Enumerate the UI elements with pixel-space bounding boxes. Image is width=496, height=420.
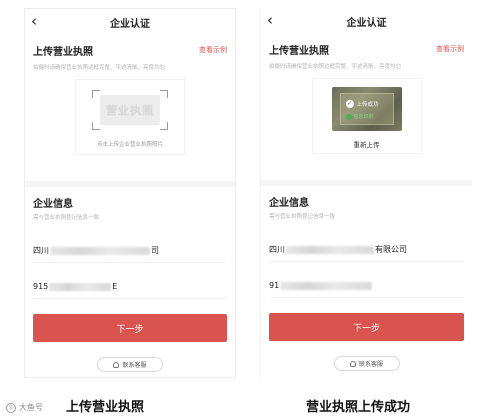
upload-label: 点击上传企业营业执照照片 (96, 142, 163, 148)
nav-title: 企业认证 (110, 18, 150, 30)
company-info-title: 企业信息 (33, 199, 73, 210)
credit-code-field[interactable]: 91 (269, 274, 464, 298)
recognize-info-text: 信息识别 (353, 114, 374, 120)
screen-upload-license: ‹ 企业认证 上传营业执照 查看示例 拍摄时请确保营业执照边框完整、字迹清晰、亮… (24, 8, 236, 378)
upload-license-area[interactable]: 营业执照 点击上传企业营业执照照片 (75, 79, 185, 155)
credit-code-suffix: E (112, 282, 118, 291)
nav-title: 企业认证 (346, 17, 387, 29)
back-arrow-icon[interactable]: ‹ (267, 11, 273, 29)
credit-code-prefix: 91 (269, 281, 280, 290)
redacted-text (50, 246, 150, 255)
company-info-title: 企业信息 (269, 198, 309, 209)
section-divider (261, 180, 472, 186)
watermark-text: 大鱼号 (19, 403, 43, 412)
redacted-text (49, 282, 112, 291)
company-info-hint: 需与营业执照登记信息一致 (33, 215, 100, 221)
watermark: ◎ 大鱼号 (6, 402, 43, 413)
credit-code-field[interactable]: 915 E (33, 275, 227, 299)
contact-support-button[interactable]: 联系客服 (333, 356, 400, 371)
redacted-text (280, 281, 373, 290)
headset-icon (349, 360, 356, 367)
next-step-button[interactable]: 下一步 (269, 313, 464, 341)
scan-frame: 营业执照 (92, 90, 168, 130)
license-hint: 拍摄时请确保营业执照边框完整、字迹清晰、亮度均匀 (269, 64, 402, 70)
company-name-prefix: 四川 (33, 246, 49, 255)
watermark-logo-icon: ◎ (6, 402, 16, 413)
section-divider (25, 181, 235, 187)
headset-icon (113, 361, 120, 368)
license-section-title: 上传营业执照 (269, 46, 329, 57)
license-photo-thumbnail[interactable]: ✓ 上传成功 信息识别 (331, 87, 402, 131)
check-circle-icon: ✓ (345, 100, 354, 108)
view-example-link[interactable]: 查看示例 (199, 45, 227, 55)
reupload-link[interactable]: 重新上传 (313, 139, 421, 149)
next-step-button[interactable]: 下一步 (33, 314, 227, 342)
upload-status-text: 上传成功 (356, 102, 379, 108)
recognize-info: 信息识别 (345, 113, 374, 120)
credit-code-prefix: 915 (33, 282, 49, 291)
redacted-text (286, 245, 374, 254)
caption-upload-success: 营业执照上传成功 (306, 400, 411, 415)
company-name-suffix: 司 (151, 246, 159, 255)
uploaded-license-area[interactable]: ✓ 上传成功 信息识别 重新上传 (311, 78, 422, 154)
company-name-field[interactable]: 四川 司 (33, 239, 227, 263)
company-name-field[interactable]: 四川 有限公司 (269, 238, 464, 262)
back-arrow-icon[interactable]: ‹ (31, 12, 37, 30)
license-placeholder-icon: 营业执照 (100, 95, 160, 125)
license-section-title: 上传营业执照 (33, 47, 93, 58)
screen-upload-success: ‹ 企业认证 上传营业执照 查看示例 拍摄时请确保营业执照边框完整、字迹清晰、亮… (260, 8, 472, 378)
view-example-link[interactable]: 查看示例 (436, 44, 464, 54)
contact-support-label: 联系客服 (122, 362, 147, 369)
contact-support-label: 联系客服 (358, 361, 383, 368)
license-placeholder-text: 营业执照 (106, 104, 154, 117)
upload-status: ✓ 上传成功 (345, 100, 379, 108)
company-name-suffix: 有限公司 (375, 245, 407, 254)
nav-bar: ‹ 企业认证 (261, 8, 472, 34)
nav-bar: ‹ 企业认证 (25, 9, 235, 35)
status-dot-icon (345, 113, 352, 120)
contact-support-button[interactable]: 联系客服 (97, 357, 163, 372)
license-hint: 拍摄时请确保营业执照边框完整、字迹清晰、亮度均匀 (33, 65, 166, 71)
company-name-prefix: 四川 (269, 245, 285, 254)
caption-upload-license: 上传营业执照 (66, 400, 145, 415)
company-info-hint: 需与营业执照登记信息一致 (269, 214, 336, 220)
